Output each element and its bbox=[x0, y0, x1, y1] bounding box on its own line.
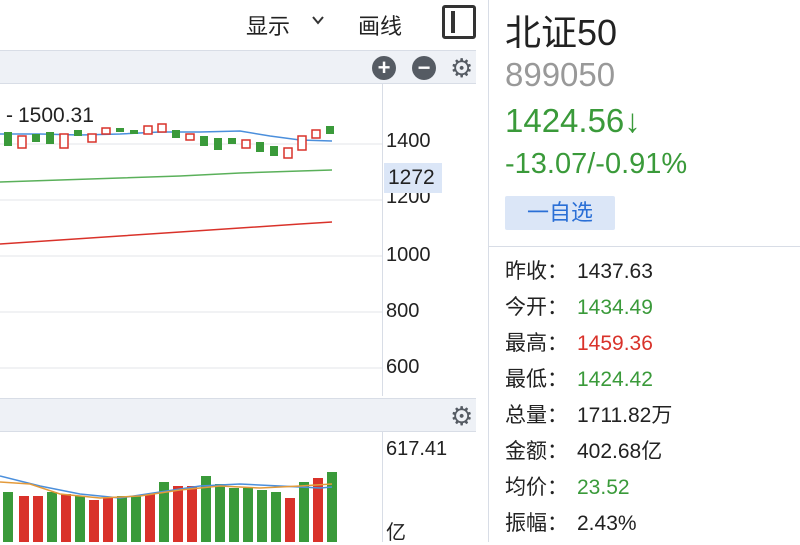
high-marker-label: - bbox=[6, 104, 13, 127]
volume-max-label: 617.41 bbox=[386, 438, 448, 460]
volume-bar bbox=[103, 498, 113, 542]
candle bbox=[172, 130, 180, 138]
candle bbox=[228, 138, 236, 144]
candle bbox=[4, 132, 12, 146]
stat-amount: 金额： 402.68亿 bbox=[505, 440, 663, 463]
stock-price: 1424.56↓ bbox=[505, 102, 641, 139]
volume-bar bbox=[173, 486, 183, 542]
current-price-tag: 1272 bbox=[384, 163, 442, 193]
candle bbox=[185, 133, 195, 141]
candle bbox=[143, 125, 153, 135]
stock-change: -13.07/-0.91% bbox=[505, 148, 688, 180]
volume-bar bbox=[19, 496, 29, 542]
candle bbox=[270, 146, 278, 156]
candle bbox=[297, 135, 307, 151]
add-favorite-button[interactable]: 一自选 bbox=[505, 196, 615, 230]
candle bbox=[46, 132, 54, 144]
candle bbox=[326, 126, 334, 134]
chart-toolbar: 显示 画线 bbox=[0, 0, 488, 50]
candle bbox=[101, 127, 111, 135]
candle bbox=[87, 133, 97, 143]
drawline-menu[interactable]: 画线 bbox=[358, 9, 402, 41]
candle bbox=[283, 147, 293, 159]
candle bbox=[241, 139, 251, 149]
quote-separator bbox=[489, 246, 800, 247]
axis-divider bbox=[382, 84, 383, 396]
volume-bar bbox=[215, 484, 225, 542]
y-tick-600: 600 bbox=[386, 356, 420, 378]
candle bbox=[32, 134, 40, 142]
stat-volume: 总量： 1711.82万 bbox=[505, 404, 673, 427]
stat-high: 最高： 1459.36 bbox=[505, 332, 653, 355]
candle bbox=[214, 138, 222, 150]
volume-bar bbox=[271, 492, 281, 542]
ma-line-long bbox=[0, 221, 333, 245]
volume-bar bbox=[257, 490, 267, 542]
volume-bar bbox=[145, 494, 155, 542]
volume-bar bbox=[187, 486, 197, 542]
gear-icon[interactable]: ⚙ bbox=[450, 55, 473, 81]
main-chart-header: + − ⚙ bbox=[0, 50, 476, 84]
candle bbox=[59, 133, 69, 149]
y-tick-1000: 1000 bbox=[386, 244, 431, 266]
high-marker-value: 1500.31 bbox=[18, 104, 94, 127]
volume-bar bbox=[131, 496, 141, 542]
layout-toggle-icon[interactable] bbox=[442, 5, 476, 39]
display-menu[interactable]: 显示 bbox=[246, 9, 290, 41]
stat-open: 今开： 1434.49 bbox=[505, 296, 653, 319]
stock-code: 899050 bbox=[505, 56, 616, 93]
volume-bar bbox=[47, 492, 57, 542]
volume-bar bbox=[327, 472, 337, 542]
ma-line-mid bbox=[0, 169, 333, 183]
volume-bar bbox=[229, 488, 239, 542]
candle bbox=[311, 129, 321, 139]
stat-avg-price: 均价： 23.52 bbox=[505, 476, 630, 499]
candle bbox=[200, 136, 208, 146]
candle bbox=[17, 135, 27, 149]
volume-bar bbox=[89, 500, 99, 542]
volume-bar bbox=[3, 492, 13, 542]
candle bbox=[74, 130, 82, 136]
gear-icon[interactable]: ⚙ bbox=[450, 403, 473, 429]
stat-low: 最低： 1424.42 bbox=[505, 368, 653, 391]
stock-name: 北证50 bbox=[505, 12, 618, 53]
y-tick-1400: 1400 bbox=[386, 130, 431, 152]
volume-chart[interactable] bbox=[0, 432, 382, 542]
zoom-in-icon[interactable]: + bbox=[372, 56, 396, 80]
candle bbox=[256, 142, 264, 152]
volume-unit-label: 亿 bbox=[386, 522, 406, 544]
candle bbox=[157, 123, 167, 133]
volume-bar bbox=[75, 496, 85, 542]
zoom-out-icon[interactable]: − bbox=[412, 56, 436, 80]
volume-bar bbox=[33, 496, 43, 542]
volume-bar bbox=[243, 488, 253, 542]
y-tick-800: 800 bbox=[386, 300, 420, 322]
volume-chart-header: ⚙ bbox=[0, 398, 476, 432]
candlestick-chart[interactable]: - 1500.31 bbox=[0, 84, 382, 396]
candle bbox=[130, 130, 138, 134]
volume-bar bbox=[117, 496, 127, 542]
stat-prev-close: 昨收： 1437.63 bbox=[505, 260, 653, 283]
quote-panel: 北证50 899050 1424.56↓ -13.07/-0.91% 一自选 昨… bbox=[489, 0, 800, 542]
volume-bar bbox=[285, 498, 295, 542]
chevron-down-icon[interactable] bbox=[312, 14, 324, 26]
volume-bar bbox=[299, 482, 309, 542]
candle bbox=[116, 128, 124, 132]
vol-axis-divider bbox=[382, 432, 383, 542]
stat-amplitude: 振幅： 2.43% bbox=[505, 512, 637, 535]
volume-bar bbox=[61, 494, 71, 542]
